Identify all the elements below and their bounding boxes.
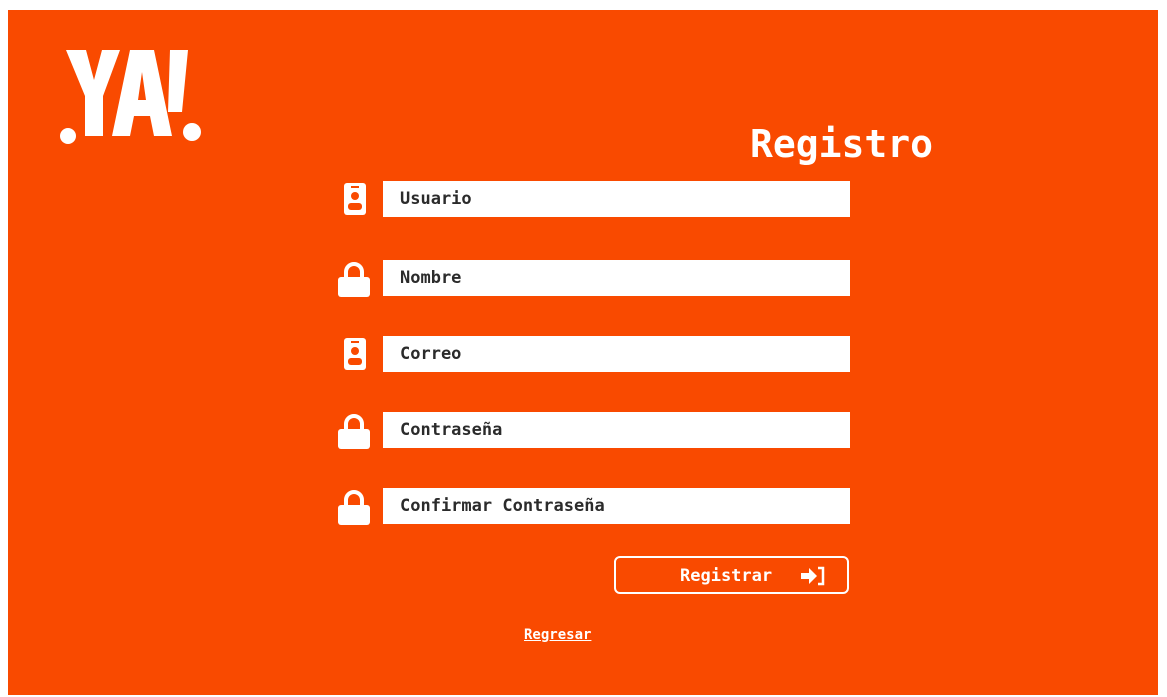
field-nombre xyxy=(336,260,856,298)
lock-icon xyxy=(338,490,370,525)
correo-input[interactable] xyxy=(383,336,850,372)
field-correo xyxy=(336,336,856,374)
user-badge-icon xyxy=(344,183,366,215)
brand-logo xyxy=(58,48,208,157)
registrar-button[interactable]: Registrar xyxy=(614,556,849,594)
field-confirmar-contrasena xyxy=(336,488,856,526)
registration-panel: Registro Usuario Nombre Correo Registrar… xyxy=(8,10,1158,695)
lock-icon xyxy=(338,414,370,449)
nombre-input[interactable] xyxy=(383,260,850,296)
field-usuario xyxy=(336,181,856,219)
confirmar-contrasena-input[interactable] xyxy=(383,488,850,524)
page-title: Registro xyxy=(750,122,934,166)
field-contrasena xyxy=(336,412,856,450)
regresar-link[interactable]: Regresar xyxy=(524,627,591,643)
contrasena-input[interactable] xyxy=(383,412,850,448)
user-badge-icon xyxy=(344,338,366,370)
logo-image xyxy=(60,50,201,144)
usuario-input[interactable] xyxy=(383,181,850,217)
lock-icon xyxy=(338,262,370,297)
sign-in-icon xyxy=(801,566,825,586)
registrar-button-label: Registrar xyxy=(680,566,773,586)
